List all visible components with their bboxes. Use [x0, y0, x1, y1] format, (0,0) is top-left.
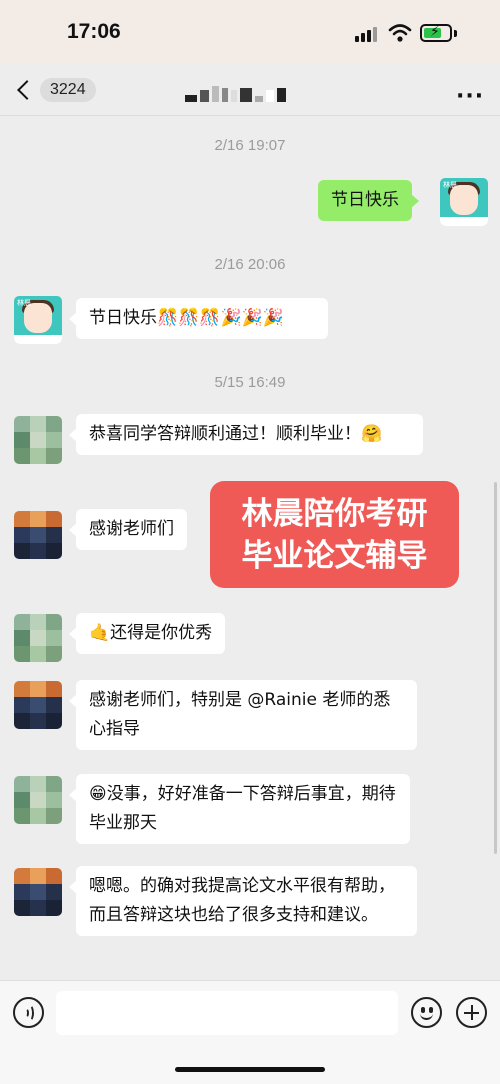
plus-icon[interactable]	[456, 997, 487, 1028]
message-bubble-received[interactable]: 😁没事，好好准备一下答辩后事宜，期待毕业那天	[69, 774, 410, 844]
status-time: 17:06	[67, 20, 121, 43]
message-input[interactable]	[56, 991, 398, 1035]
avatar-teacher[interactable]: 林晨	[14, 296, 62, 344]
avatar-student[interactable]	[14, 681, 62, 729]
chat-timestamp: 2/16 19:07	[214, 137, 286, 154]
chat-timestamp: 2/16 20:06	[214, 256, 286, 273]
back-button[interactable]: 3224	[12, 74, 96, 106]
scrollbar[interactable]	[494, 482, 497, 854]
promo-banner: 林晨陪你考研 毕业论文辅导	[210, 481, 459, 588]
avatar-teacher[interactable]: 林晨	[440, 178, 488, 226]
avatar-student[interactable]	[14, 511, 62, 559]
home-indicator	[175, 1067, 325, 1072]
message-bubble-received[interactable]: 🤙还得是你优秀	[68, 613, 226, 654]
status-bar: 17:06 ⚡	[0, 0, 500, 64]
signal-icon	[355, 26, 379, 42]
promo-line-2: 毕业论文辅导	[241, 538, 428, 574]
message-bubble-received[interactable]: 恭喜同学答辩顺利通过！顺利毕业！🤗	[69, 414, 423, 455]
message-bubble-sent[interactable]: 节日快乐	[318, 180, 419, 221]
battery-icon: ⚡	[420, 24, 452, 42]
charging-bolt-icon: ⚡	[430, 24, 440, 40]
promo-line-1: 林晨陪你考研	[241, 496, 428, 532]
message-bubble-received[interactable]: 感谢老师们，特别是 @Rainie 老师的悉心指导	[69, 680, 417, 750]
avatar-student-b[interactable]	[14, 614, 62, 662]
message-bubble-received[interactable]: 节日快乐🎊🎊🎊🎉🎉🎉	[69, 298, 328, 339]
avatar-tag: 林晨	[443, 181, 457, 189]
chat-timestamp: 5/15 16:49	[214, 374, 286, 391]
battery-tip	[454, 30, 457, 37]
chevron-left-icon	[17, 80, 37, 100]
more-options-button[interactable]: ···	[456, 84, 484, 109]
emoji-icon[interactable]	[411, 997, 442, 1028]
message-bubble-received[interactable]: 嗯嗯。的确对我提高论文水平很有帮助，而且答辩这块也给了很多支持和建议。	[69, 866, 417, 936]
wifi-icon	[388, 24, 412, 42]
unread-count-badge: 3224	[40, 78, 96, 102]
message-bubble-received[interactable]: 感谢老师们	[69, 509, 187, 550]
avatar-tag: 林晨	[17, 299, 31, 307]
avatar-student[interactable]	[14, 868, 62, 916]
voice-icon[interactable]	[13, 997, 44, 1028]
avatar-student-b[interactable]	[14, 776, 62, 824]
chat-title-redacted	[185, 86, 286, 102]
avatar-student-b[interactable]	[14, 416, 62, 464]
